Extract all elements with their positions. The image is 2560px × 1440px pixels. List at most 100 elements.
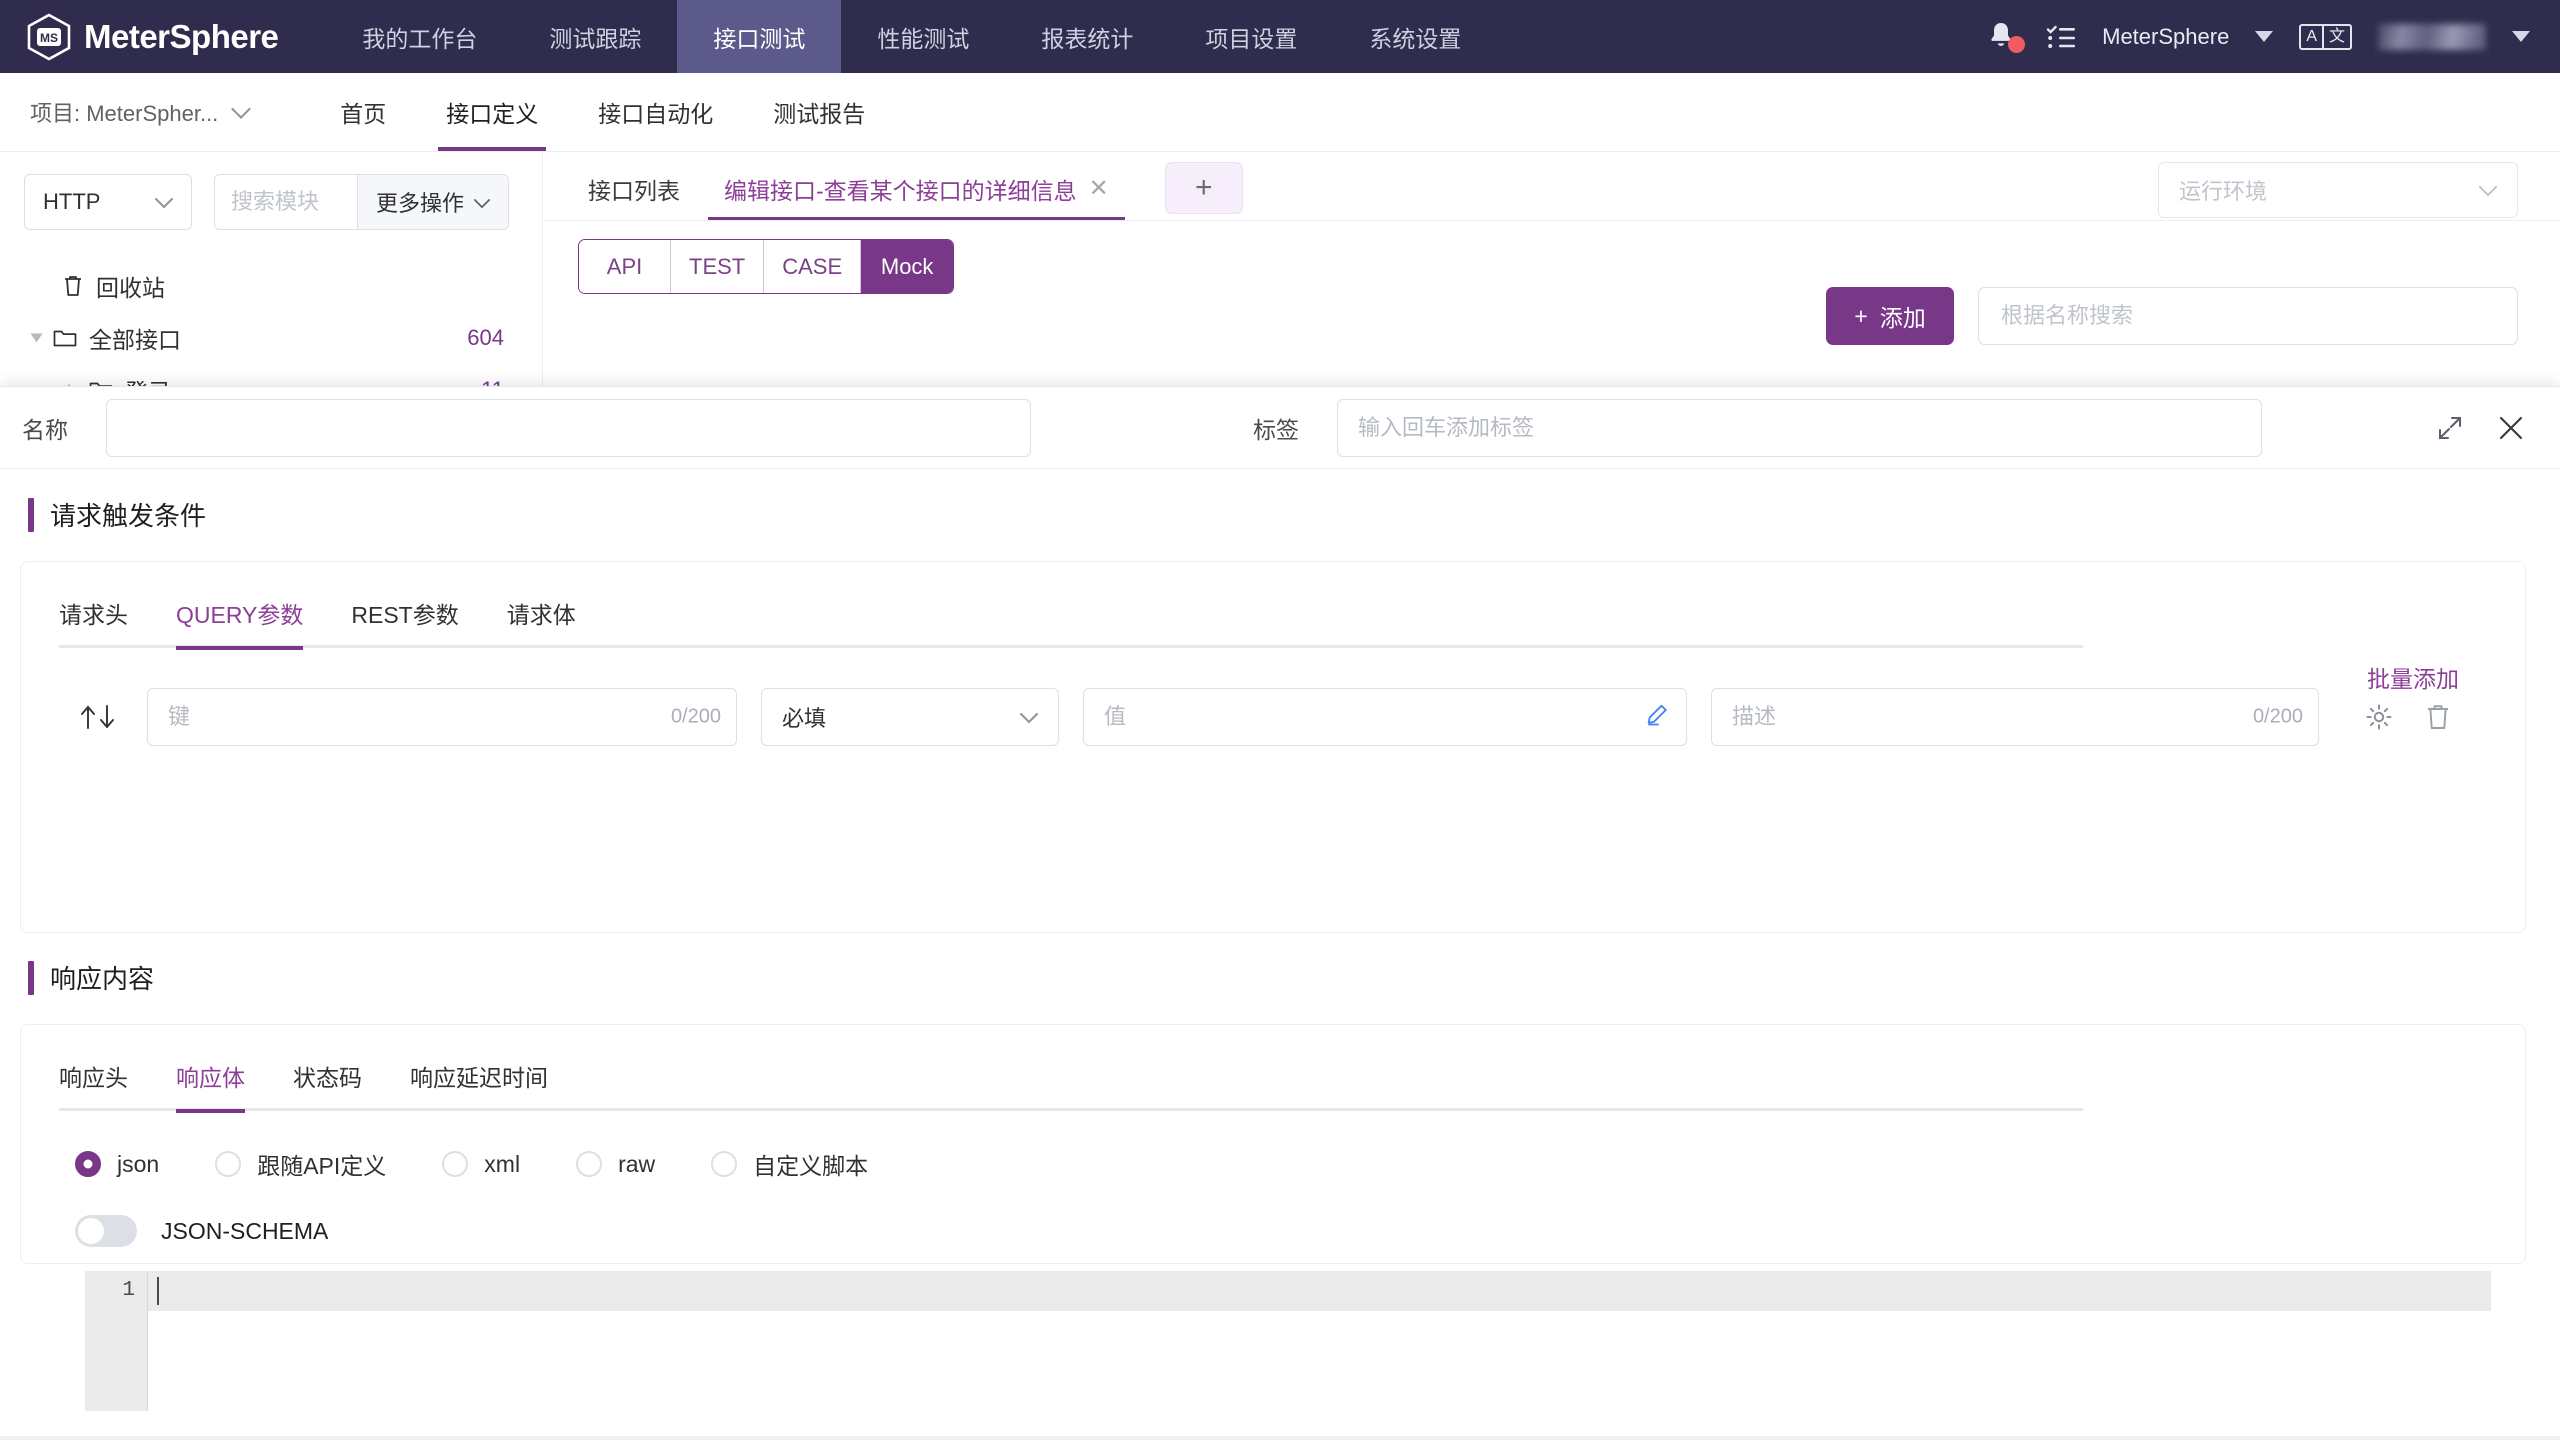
response-tab-body[interactable]: 响应体 bbox=[176, 1059, 245, 1113]
radio-follow-api-definition[interactable]: 跟随API定义 bbox=[215, 1147, 386, 1181]
sidebar-toolbar: HTTP 更多操作 bbox=[0, 152, 542, 230]
request-tab-rest-params[interactable]: REST参数 bbox=[351, 596, 458, 648]
tree-item-all-apis[interactable]: 全部接口 604 bbox=[0, 312, 542, 364]
request-tab-body[interactable]: 请求体 bbox=[507, 596, 576, 648]
main-nav: 我的工作台 测试跟踪 接口测试 性能测试 报表统计 项目设置 系统设置 bbox=[326, 0, 1497, 73]
subnav-tab-test-report[interactable]: 测试报告 bbox=[743, 73, 895, 151]
username-avatar-label[interactable] bbox=[2378, 23, 2486, 50]
response-format-radio-group: json 跟随API定义 xml raw 自定义脚本 bbox=[21, 1111, 2525, 1181]
tree-item-recycle-bin[interactable]: 回收站 bbox=[0, 260, 542, 312]
subnav-tab-api-automation[interactable]: 接口自动化 bbox=[568, 73, 743, 151]
param-value-input[interactable] bbox=[1083, 688, 1687, 746]
radio-dot bbox=[576, 1151, 603, 1177]
module-search-input[interactable] bbox=[215, 175, 357, 229]
editor-caret bbox=[157, 1277, 159, 1305]
subnav-tab-api-definition[interactable]: 接口定义 bbox=[416, 73, 568, 151]
brand-title: MeterSphere bbox=[84, 17, 279, 55]
chevron-down-icon bbox=[155, 189, 173, 215]
segment-test[interactable]: TEST bbox=[671, 240, 765, 293]
protocol-select[interactable]: HTTP bbox=[24, 174, 192, 230]
param-key-input[interactable] bbox=[147, 688, 737, 746]
response-tab-status-code[interactable]: 状态码 bbox=[293, 1059, 362, 1111]
nav-item-workbench[interactable]: 我的工作台 bbox=[326, 0, 513, 73]
editor-gutter-separator bbox=[147, 1271, 148, 1411]
gear-icon[interactable] bbox=[2365, 703, 2393, 731]
segment-mock[interactable]: Mock bbox=[861, 240, 954, 293]
environment-select[interactable]: 运行环境 bbox=[2158, 162, 2518, 218]
param-description-field: 0/200 bbox=[1711, 688, 2319, 746]
add-tab-button[interactable]: + bbox=[1164, 162, 1243, 214]
org-name-label[interactable]: MeterSphere bbox=[2102, 24, 2229, 50]
tree-expand-triangle-icon[interactable] bbox=[30, 333, 43, 343]
add-mock-button[interactable]: + 添加 bbox=[1826, 287, 1954, 345]
language-toggle-button[interactable]: A 文 bbox=[2299, 23, 2352, 50]
nav-item-performance-test[interactable]: 性能测试 bbox=[841, 0, 1005, 73]
api-section-segmented-control: API TEST CASE Mock bbox=[578, 239, 955, 294]
radio-custom-script[interactable]: 自定义脚本 bbox=[711, 1147, 868, 1181]
chevron-down-icon bbox=[231, 99, 252, 119]
pencil-icon[interactable] bbox=[1645, 703, 1669, 732]
drawer-header-actions bbox=[2436, 413, 2560, 443]
project-selector-label: 项目: MeterSpher... bbox=[30, 101, 219, 126]
subnav-tab-home[interactable]: 首页 bbox=[310, 73, 416, 151]
task-list-button[interactable] bbox=[2046, 24, 2076, 50]
response-tab-delay[interactable]: 响应延迟时间 bbox=[410, 1059, 548, 1111]
drawer-body: 请求触发条件 请求头 QUERY参数 REST参数 请求体 批量添加 键 0/2… bbox=[0, 470, 2560, 1440]
tag-input[interactable] bbox=[1337, 398, 2262, 457]
user-chevron-down-icon[interactable] bbox=[2512, 31, 2530, 42]
param-description-input[interactable] bbox=[1711, 688, 2319, 746]
mock-name-search-input[interactable] bbox=[1978, 287, 2518, 345]
sort-updown-icon[interactable] bbox=[77, 702, 123, 732]
brand[interactable]: MS MeterSphere bbox=[0, 0, 288, 73]
radio-raw[interactable]: raw bbox=[576, 1151, 655, 1178]
json-schema-toggle[interactable] bbox=[75, 1215, 137, 1247]
section-accent-bar bbox=[28, 960, 34, 995]
section-title-text: 响应内容 bbox=[50, 964, 155, 994]
trash-icon[interactable] bbox=[2425, 703, 2451, 731]
close-icon[interactable]: ✕ bbox=[1089, 177, 1109, 201]
radio-xml[interactable]: xml bbox=[442, 1151, 520, 1178]
protocol-select-value: HTTP bbox=[43, 189, 101, 214]
bulk-add-link[interactable]: 批量添加 bbox=[2367, 660, 2459, 694]
close-icon[interactable] bbox=[2496, 413, 2526, 443]
editor-line-number: 1 bbox=[122, 1279, 135, 1302]
radio-json[interactable]: json bbox=[75, 1151, 159, 1178]
tab-edit-api[interactable]: 编辑接口-查看某个接口的详细信息 ✕ bbox=[702, 172, 1131, 222]
notification-bell-button[interactable] bbox=[1986, 20, 2026, 54]
tree-item-label: 全部接口 bbox=[89, 327, 181, 353]
nav-item-system-settings[interactable]: 系统设置 bbox=[1333, 0, 1497, 73]
more-operations-button[interactable]: 更多操作 bbox=[357, 175, 509, 229]
request-tab-headers[interactable]: 请求头 bbox=[59, 596, 128, 648]
plus-icon: + bbox=[1854, 302, 1868, 329]
tab-api-list[interactable]: 接口列表 bbox=[566, 172, 702, 220]
section-accent-bar bbox=[28, 497, 34, 532]
app-root: MS MeterSphere 我的工作台 测试跟踪 接口测试 性能测试 报表统计… bbox=[0, 0, 2560, 1440]
editor-tab-strip: 接口列表 编辑接口-查看某个接口的详细信息 ✕ + 运行环境 bbox=[544, 152, 2560, 222]
response-tab-headers[interactable]: 响应头 bbox=[59, 1059, 128, 1111]
response-body-code-editor[interactable]: 1 bbox=[85, 1271, 2491, 1411]
param-required-select[interactable]: 必填 bbox=[761, 688, 1059, 746]
nav-item-api-test[interactable]: 接口测试 bbox=[677, 0, 842, 73]
environment-select-placeholder: 运行环境 bbox=[2179, 179, 2268, 204]
segment-api[interactable]: API bbox=[579, 240, 671, 293]
folder-icon bbox=[53, 328, 77, 348]
nav-item-project-settings[interactable]: 项目设置 bbox=[1169, 0, 1333, 73]
nav-item-reports[interactable]: 报表统计 bbox=[1005, 0, 1169, 73]
radio-dot bbox=[711, 1151, 738, 1177]
project-selector[interactable]: 项目: MeterSpher... bbox=[0, 96, 252, 128]
expand-icon[interactable] bbox=[2436, 414, 2464, 442]
radio-label: raw bbox=[618, 1150, 656, 1177]
org-chevron-down-icon[interactable] bbox=[2255, 31, 2274, 42]
radio-dot bbox=[215, 1151, 242, 1177]
nav-item-test-track[interactable]: 测试跟踪 bbox=[513, 0, 677, 73]
horizontal-scrollbar[interactable] bbox=[0, 1436, 2560, 1440]
segment-case[interactable]: CASE bbox=[764, 240, 862, 293]
request-tab-query-params[interactable]: QUERY参数 bbox=[176, 596, 304, 650]
chevron-down-icon bbox=[474, 189, 491, 215]
trash-icon bbox=[62, 274, 84, 298]
mock-expectation-drawer: 名称 标签 输入回车添加标签 请求触发条件 请求头 QUERY参数 REST参数… bbox=[0, 386, 2560, 1440]
name-input[interactable] bbox=[106, 398, 1031, 457]
param-row-actions bbox=[2365, 703, 2451, 731]
response-tabs: 响应头 响应体 状态码 响应延迟时间 bbox=[21, 1025, 2525, 1113]
chevron-down-icon bbox=[1020, 704, 1038, 730]
